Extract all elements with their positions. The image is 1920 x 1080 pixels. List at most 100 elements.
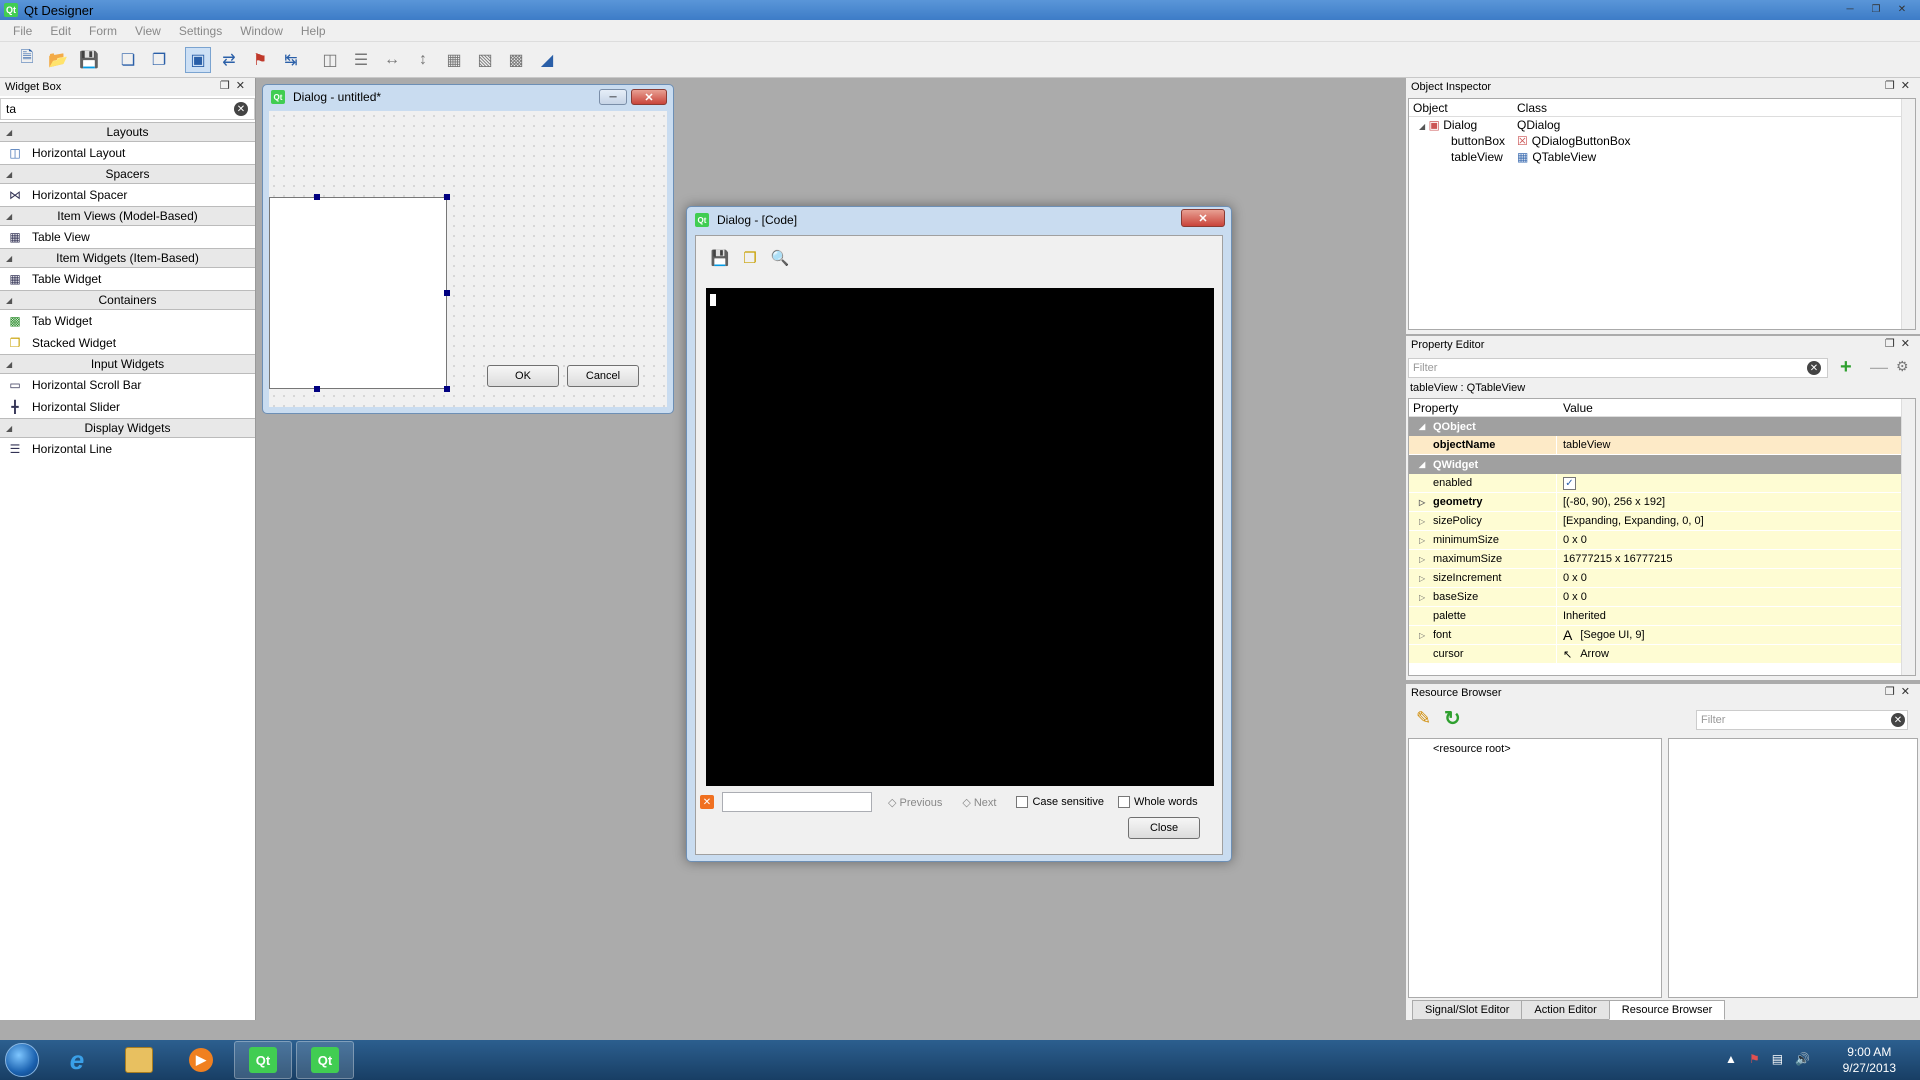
network-icon[interactable]: ▤ xyxy=(1772,1052,1783,1066)
vertical-scrollbar[interactable] xyxy=(1901,99,1915,329)
taskbar-qt-designer[interactable]: Qt xyxy=(296,1041,354,1079)
widget-item-tab-widget[interactable]: ▩ Tab Widget xyxy=(0,310,255,332)
form-window[interactable]: Qt Dialog - untitled* ─ ✕ OK Cancel xyxy=(262,84,674,414)
adjust-size-icon[interactable]: ◢ xyxy=(534,47,560,73)
resource-list[interactable] xyxy=(1668,738,1918,998)
category-item-widgets[interactable]: ◢ Item Widgets (Item-Based) xyxy=(0,248,255,268)
layout-grid-icon[interactable]: ▦ xyxy=(441,47,467,73)
volume-icon[interactable]: 🔊 xyxy=(1795,1052,1810,1066)
close-icon[interactable]: ✕ xyxy=(1901,686,1916,698)
prop-row-objectname[interactable]: objectName tableView xyxy=(1409,436,1915,455)
widget-item-horizontal-layout[interactable]: ◫ Horizontal Layout xyxy=(0,142,255,164)
tab-signal-slot-editor[interactable]: Signal/Slot Editor xyxy=(1412,1000,1523,1020)
layout-form-icon[interactable]: ▧ xyxy=(472,47,498,73)
save-icon[interactable]: 💾 xyxy=(708,246,732,270)
resource-filter-input[interactable]: Filter ✕ xyxy=(1696,710,1908,730)
tab-action-editor[interactable]: Action Editor xyxy=(1521,1000,1610,1020)
show-hidden-icons-icon[interactable]: ▲ xyxy=(1725,1052,1737,1066)
float-icon[interactable]: ❐ xyxy=(1885,686,1901,698)
category-containers[interactable]: ◢ Containers xyxy=(0,290,255,310)
menu-edit[interactable]: Edit xyxy=(41,24,80,38)
category-input-widgets[interactable]: ◢ Input Widgets xyxy=(0,354,255,374)
save-icon[interactable]: 💾 xyxy=(76,47,102,73)
widget-filter-input[interactable]: ta ✕ xyxy=(0,98,255,120)
code-editor[interactable] xyxy=(706,288,1214,786)
prop-row-sizeincrement[interactable]: ▷ sizeIncrement 0 x 0 xyxy=(1409,569,1915,588)
new-file-icon[interactable]: 🗎 xyxy=(14,47,40,73)
minimize-icon[interactable]: ─ xyxy=(1840,2,1860,16)
bring-to-front-icon[interactable]: ❐ xyxy=(146,47,172,73)
find-input[interactable] xyxy=(722,792,872,812)
clear-filter-icon[interactable]: ✕ xyxy=(234,102,248,116)
resize-handle[interactable] xyxy=(314,386,320,392)
group-qwidget[interactable]: ◢ QWidget xyxy=(1409,455,1915,474)
group-qobject[interactable]: ◢ QObject xyxy=(1409,417,1915,436)
prop-row-cursor[interactable]: cursor ↖ Arrow xyxy=(1409,645,1915,664)
layout-vertical-icon[interactable]: ☰ xyxy=(348,47,374,73)
code-dialog[interactable]: Qt Dialog - [Code] ✕ 💾 ❐ 🔍 ✕ ◇ Previous … xyxy=(686,206,1232,862)
widget-item-horizontal-spacer[interactable]: ⋈ Horizontal Spacer xyxy=(0,184,255,206)
menu-file[interactable]: File xyxy=(4,24,41,38)
widget-item-table-widget[interactable]: ▦ Table Widget xyxy=(0,268,255,290)
resource-tree[interactable]: <resource root> xyxy=(1408,738,1662,998)
whole-words-checkbox[interactable]: Whole words xyxy=(1118,796,1198,809)
category-layouts[interactable]: ◢ Layouts xyxy=(0,122,255,142)
table-view-widget[interactable] xyxy=(269,197,447,389)
prop-row-enabled[interactable]: enabled ✓ xyxy=(1409,474,1915,493)
tree-row-buttonbox[interactable]: buttonBox ☒ QDialogButtonBox xyxy=(1409,133,1915,149)
copy-icon[interactable]: ❐ xyxy=(738,246,762,270)
edit-widgets-icon[interactable]: ▣ xyxy=(185,46,211,73)
col-property-header[interactable]: Property xyxy=(1409,401,1557,415)
remove-property-icon[interactable]: — xyxy=(1870,357,1888,378)
menu-help[interactable]: Help xyxy=(292,24,335,38)
taskbar-ie[interactable]: e xyxy=(48,1041,106,1079)
layout-horizontal-splitter-icon[interactable]: ↔ xyxy=(379,47,405,73)
close-icon[interactable]: ✕ xyxy=(236,80,251,92)
widget-item-horizontal-scroll-bar[interactable]: ▭ Horizontal Scroll Bar xyxy=(0,374,255,396)
enabled-checkbox[interactable]: ✓ xyxy=(1563,476,1576,490)
open-folder-icon[interactable]: 📂 xyxy=(45,47,71,73)
configure-icon[interactable]: ⚙ xyxy=(1896,358,1909,375)
menu-form[interactable]: Form xyxy=(80,24,126,38)
float-icon[interactable]: ❐ xyxy=(1885,338,1901,350)
widget-item-horizontal-slider[interactable]: ╋ Horizontal Slider xyxy=(0,396,255,418)
edit-signals-slots-icon[interactable]: ⇄ xyxy=(216,47,242,73)
restore-icon[interactable]: ❐ xyxy=(1866,2,1886,16)
property-filter-input[interactable]: Filter ✕ xyxy=(1408,358,1828,378)
prop-row-palette[interactable]: palette Inherited xyxy=(1409,607,1915,626)
category-display-widgets[interactable]: ◢ Display Widgets xyxy=(0,418,255,438)
minimize-icon[interactable]: ─ xyxy=(599,89,627,105)
edit-resources-icon[interactable]: ✎ xyxy=(1416,708,1431,729)
break-layout-icon[interactable]: ▩ xyxy=(503,47,529,73)
form-window-titlebar[interactable]: Qt Dialog - untitled* ─ ✕ xyxy=(263,85,673,109)
ok-button[interactable]: OK xyxy=(487,365,559,387)
menu-settings[interactable]: Settings xyxy=(170,24,231,38)
close-icon[interactable]: ✕ xyxy=(1901,338,1916,350)
case-sensitive-checkbox[interactable]: Case sensitive xyxy=(1016,796,1104,809)
close-icon[interactable]: ✕ xyxy=(1892,2,1912,16)
add-property-icon[interactable]: + xyxy=(1840,356,1852,379)
category-spacers[interactable]: ◢ Spacers xyxy=(0,164,255,184)
col-value-header[interactable]: Value xyxy=(1557,401,1593,415)
resize-handle[interactable] xyxy=(444,386,450,392)
clear-filter-icon[interactable]: ✕ xyxy=(1807,361,1821,375)
next-button[interactable]: ◇ Next xyxy=(962,796,996,809)
prop-row-font[interactable]: ▷ font A [Segoe UI, 9] xyxy=(1409,626,1915,645)
cancel-button[interactable]: Cancel xyxy=(567,365,639,387)
widget-item-table-view[interactable]: ▦ Table View xyxy=(0,226,255,248)
close-find-icon[interactable]: ✕ xyxy=(700,795,714,809)
code-dialog-titlebar[interactable]: Qt Dialog - [Code] ✕ xyxy=(687,207,1231,233)
action-center-flag-icon[interactable]: ⚑ xyxy=(1749,1052,1760,1066)
reload-icon[interactable]: ↻ xyxy=(1444,706,1461,731)
widget-item-stacked-widget[interactable]: ❐ Stacked Widget xyxy=(0,332,255,354)
float-icon[interactable]: ❐ xyxy=(1885,80,1901,92)
menu-view[interactable]: View xyxy=(126,24,170,38)
prop-row-geometry[interactable]: ▷ geometry [(-80, 90), 256 x 192] xyxy=(1409,493,1915,512)
resize-handle[interactable] xyxy=(444,290,450,296)
tree-row-dialog[interactable]: ◢ ▣ Dialog QDialog xyxy=(1409,117,1915,133)
object-tree[interactable]: Object Class ◢ ▣ Dialog QDialog buttonBox ☒… xyxy=(1408,98,1916,330)
prop-row-basesize[interactable]: ▷ baseSize 0 x 0 xyxy=(1409,588,1915,607)
previous-button[interactable]: ◇ Previous xyxy=(888,796,942,809)
menu-window[interactable]: Window xyxy=(231,24,292,38)
category-item-views[interactable]: ◢ Item Views (Model-Based) xyxy=(0,206,255,226)
